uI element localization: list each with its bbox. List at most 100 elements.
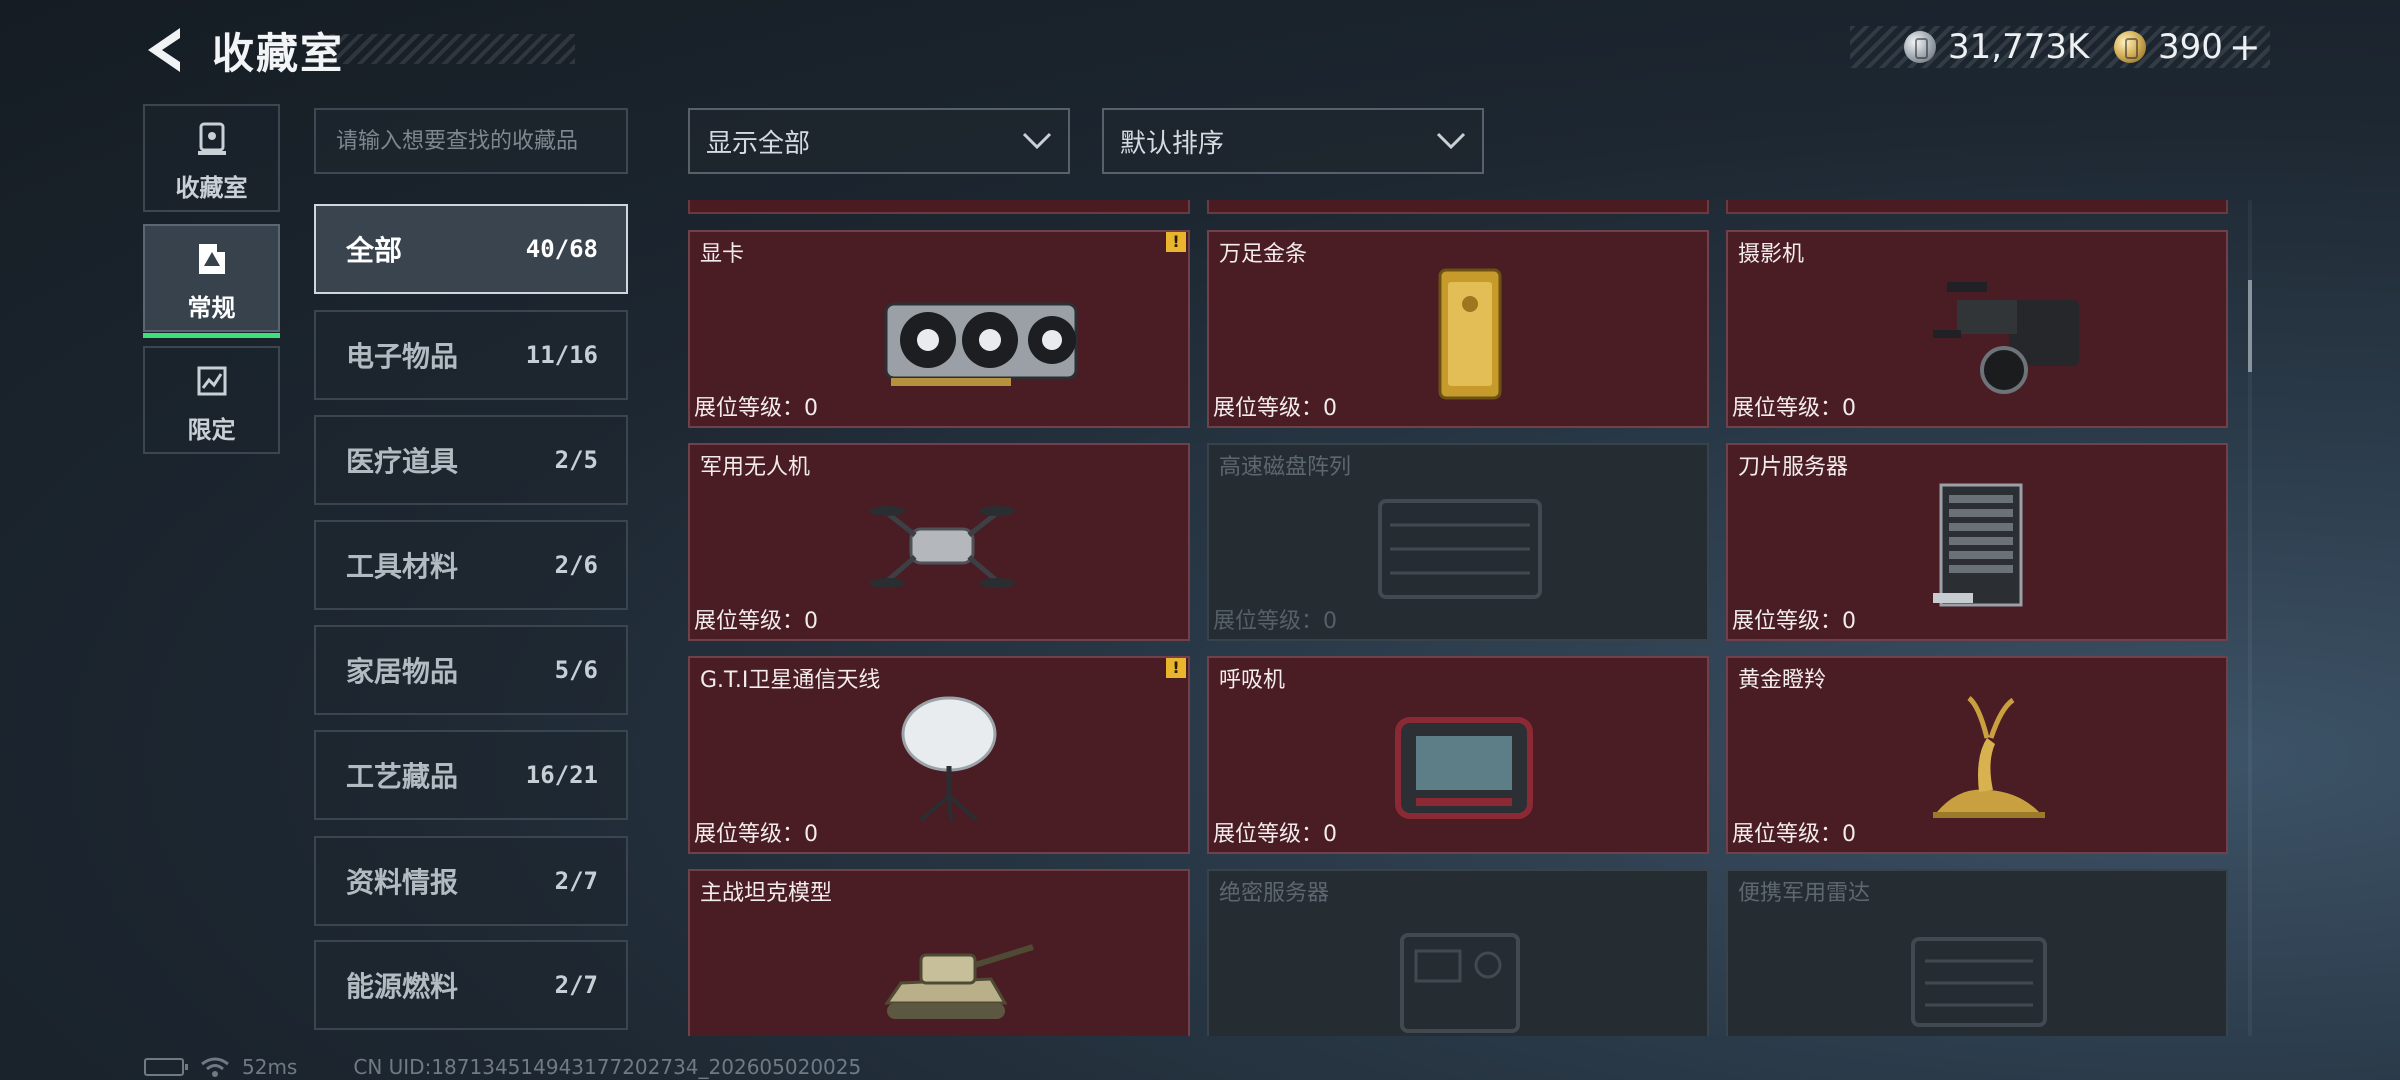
category-count: 40/68 [525,235,598,263]
graphics-card-icon [884,302,1078,386]
category-name: 资料情报 [346,866,459,899]
uid-text: CN UID:18713451494317720273‌4_2026050200… [353,1055,862,1079]
category-name: 医疗道具 [346,445,459,478]
disk-array-icon [1378,499,1542,599]
item-card-radar[interactable]: 便携军用雷达 [1726,869,2228,1036]
camera-icon [1933,282,2079,394]
category-name: 家居物品 [346,655,459,688]
sort-dropdown[interactable]: 默认排序 [1102,108,1484,174]
item-name: 主战坦克模型 [700,881,833,906]
add-currency-button[interactable]: + [2229,25,2261,69]
category-medical[interactable]: 医疗道具 2/5 [314,415,628,505]
item-card-gold-bar[interactable]: 万足金条 展位等级：0 [1207,230,1709,428]
category-name: 工艺藏品 [346,760,459,793]
gold-currency-value: 390 [2158,27,2223,67]
secret-server-icon [1400,933,1520,1033]
item-card-secret-server[interactable]: 绝密服务器 [1207,869,1709,1036]
item-level: 展位等级：0 [1732,396,1856,421]
item-level: 展位等级：0 [694,396,818,421]
item-level: 展位等级：0 [694,609,818,634]
silver-currency-value: 31,773K [1948,27,2090,67]
scrollbar-thumb[interactable] [2248,280,2252,372]
item-card-tank-model[interactable]: 主战坦克模型 [688,869,1190,1036]
category-energy[interactable]: 能源燃料 2/7 [314,940,628,1030]
search-input[interactable] [314,108,628,174]
collection-room-icon [197,122,226,155]
golden-gazelle-icon [1933,696,2045,818]
category-count: 2/7 [554,971,598,999]
category-count: 2/7 [554,867,598,895]
sort-dropdown-value: 默认排序 [1120,128,1225,159]
item-card-drone[interactable]: 军用无人机 展位等级：0 [688,443,1190,641]
category-name: 全部 [346,234,403,267]
collection-grid: 显卡 ! 展位等级：0 万足金条 展位等级：0 摄影机 展位等级：0 军用无人机… [686,200,2240,1036]
item-name: 万足金条 [1219,242,1308,267]
item-level: 展位等级：0 [1213,396,1337,421]
item-name: 黄金瞪羚 [1738,668,1827,693]
side-tab-label: 限定 [187,416,236,444]
gold-bar-icon [1438,268,1502,400]
drone-icon [869,506,1015,588]
category-name: 能源燃料 [346,970,459,1003]
item-name: 显卡 [700,242,745,267]
category-electronics[interactable]: 电子物品 11/16 [314,310,628,400]
limited-icon [197,366,226,396]
item-level: 展位等级：0 [694,822,818,847]
previous-row-card [1207,200,1709,214]
item-level: 展位等级：0 [1213,609,1337,634]
page-title: 收藏室 [212,29,345,78]
item-level: 展位等级：0 [1732,822,1856,847]
category-count: 16/21 [525,761,598,789]
gold-currency: 390 + [2114,25,2261,69]
alert-icon: ! [1166,232,1186,252]
chevron-down-icon [1436,132,1466,150]
alert-icon: ! [1166,658,1186,678]
item-name: G.T.I卫星通信天线 [700,668,881,693]
side-tab-label: 常规 [187,294,236,322]
category-name: 工具材料 [346,550,459,583]
side-tab-label: 收藏室 [175,174,248,202]
item-name: 高速磁盘阵列 [1219,455,1352,480]
item-card-camera[interactable]: 摄影机 展位等级：0 [1726,230,2228,428]
regular-icon [198,244,225,274]
back-button[interactable] [140,22,190,78]
battery-icon [144,1058,188,1076]
item-name: 摄影机 [1738,242,1805,267]
category-intel[interactable]: 资料情报 2/7 [314,836,628,926]
category-tools[interactable]: 工具材料 2/6 [314,520,628,610]
item-name: 呼吸机 [1219,668,1286,693]
silver-currency: 31,773K [1904,26,2089,68]
item-name: 刀片服务器 [1738,455,1849,480]
item-card-graphics-card[interactable]: 显卡 ! 展位等级：0 [688,230,1190,428]
side-tab-limited[interactable]: 限定 [143,346,280,454]
blade-server-icon [1933,483,2023,607]
gold-coin-icon [2114,31,2146,63]
item-name: 便携军用雷达 [1738,881,1871,906]
side-tab-regular[interactable]: 常规 [143,224,280,338]
satellite-dish-icon [901,696,997,823]
filter-dropdown-value: 显示全部 [706,128,811,159]
wifi-icon [201,1057,229,1077]
side-tab-collection-room[interactable]: 收藏室 [143,104,280,212]
ping-text: 52ms [242,1055,298,1079]
filter-dropdown[interactable]: 显示全部 [688,108,1070,174]
ventilator-icon [1395,717,1533,819]
item-card-satellite-dish[interactable]: G.T.I卫星通信天线 ! 展位等级：0 [688,656,1190,854]
tank-model-icon [884,944,1034,1019]
item-card-blade-server[interactable]: 刀片服务器 展位等级：0 [1726,443,2228,641]
category-count: 2/5 [554,446,598,474]
category-crafts[interactable]: 工艺藏品 16/21 [314,730,628,820]
silver-coin-icon [1904,31,1936,63]
back-arrow-icon [148,28,180,72]
item-card-golden-gazelle[interactable]: 黄金瞪羚 展位等级：0 [1726,656,2228,854]
item-card-disk-array[interactable]: 高速磁盘阵列 展位等级：0 [1207,443,1709,641]
item-name: 军用无人机 [700,455,811,480]
radar-icon [1911,937,2047,1027]
category-count: 5/6 [554,656,598,684]
previous-row-card [688,200,1190,214]
category-name: 电子物品 [346,340,459,373]
item-card-ventilator[interactable]: 呼吸机 展位等级：0 [1207,656,1709,854]
category-count: 11/16 [525,341,598,369]
category-household[interactable]: 家居物品 5/6 [314,625,628,715]
category-all[interactable]: 全部 40/68 [314,204,628,294]
